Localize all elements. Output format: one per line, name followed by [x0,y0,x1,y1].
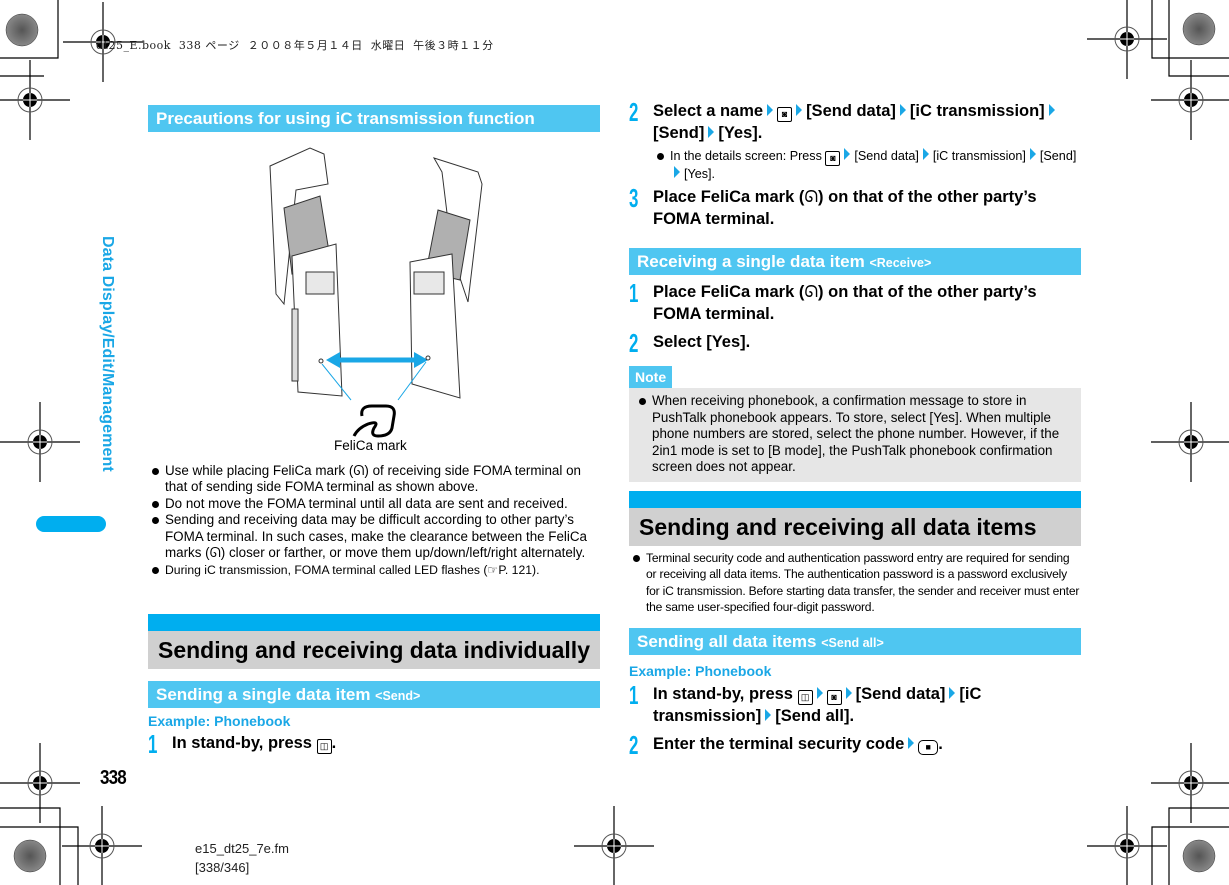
section-all-title: Sending and receiving all data items [629,508,1081,546]
phonebook-key-icon: ◫ [797,690,813,705]
felica-mark-icon [352,404,396,438]
enter-key-icon: ■ [918,740,939,755]
footer: e15_dt25_7e.fm [338/346] [195,839,289,877]
note-label: Note [629,366,673,388]
send-single-title: Sending a single data item <Send> [148,681,600,708]
triangle-right-icon [899,104,906,116]
footer-file: e15_dt25_7e.fm [195,841,289,856]
footer-pages: [338/346] [195,860,250,875]
camera-key-icon: ◙ [825,151,841,166]
felica-mark-icon: ᘏ [353,463,365,478]
camera-key-icon: ◙ [777,107,793,122]
camera-key-icon: ◙ [826,690,842,705]
receive-single-section: Receiving a single data item <Receive> 1… [629,248,1081,358]
triangle-right-icon [845,687,852,699]
star-target-bl [13,839,47,873]
precaution-bullet: During iC transmission, FOMA terminal ca… [148,562,600,578]
send-all-step-1: 1 In stand-by, press ◫ ◙ [Send data] [iC tr… [629,680,982,725]
triangle-right-icon [1029,148,1036,160]
step-1: 1 In stand-by, press ◫. [148,729,337,759]
triangle-right-icon [816,687,823,699]
send-all-step-2: 2 Enter the terminal security code ■. [629,730,943,760]
send-single-section: Sending a single data item <Send> Exampl… [148,681,600,759]
example-label: Example: Phonebook [148,713,291,729]
receive-single-title: Receiving a single data item <Receive> [629,248,1081,275]
page-number: 338 [100,767,127,789]
section-all-header: Sending and receiving all data items [629,491,1081,546]
section-all-bullet: Terminal security code and authenticatio… [629,550,1081,615]
note-section: Note When receiving phonebook, a confirm… [629,366,1081,482]
section-all-bullet-wrap: Terminal security code and authenticatio… [629,550,1081,615]
triangle-right-icon [844,148,851,160]
receive-step-1: 1 Place FeliCa mark (ᘏ) on that of the o… [629,278,1037,323]
send-single-continued: 2 Select a name ◙ [Send data] [iC transmiss… [629,99,1081,230]
star-target-tr [1182,12,1216,46]
precautions-bullets: Use while placing FeliCa mark (ᘏ) of rec… [148,463,600,579]
step-3: 3 Place FeliCa mark (ᘏ) on that of the o… [629,183,1037,229]
triangle-right-icon [908,737,915,749]
precaution-bullet: Sending and receiving data may be diffic… [148,512,600,561]
triangle-right-icon [796,104,803,116]
section-individual-header: Sending and receiving data individually [148,614,600,669]
felica-caption: FeliCa mark [334,438,407,453]
example-label: Example: Phonebook [629,663,772,679]
side-tab-indicator [36,516,106,532]
step-2: 2 Select a name ◙ [Send data] [iC transmiss… [629,99,1081,144]
star-target-tl [5,13,39,47]
felica-figure [269,147,483,438]
step-2-bullet: In the details screen: Press ◙ [Send data… [653,148,1081,182]
triangle-right-icon [674,166,680,178]
triangle-right-icon [708,126,715,138]
note-box: When receiving phonebook, a confirmation… [629,388,1081,482]
triangle-right-icon [767,104,774,116]
felica-mark-icon: ᘏ [209,545,221,561]
triangle-right-icon [949,687,956,699]
file-slug: dt25_E.book 338 ページ ２００８年５月１４日 水曜日 午後３時１… [96,39,494,52]
precaution-bullet: Do not move the FOMA terminal until all … [148,496,600,512]
receive-step-2: 2 Select [Yes]. [629,328,751,358]
felica-mark-icon: ᘏ [804,283,819,301]
triangle-right-icon [1048,104,1055,116]
send-all-title: Sending all data items <Send all> [629,628,1081,655]
reference-hand-icon: ☞ [487,563,499,578]
triangle-right-icon [922,148,929,160]
felica-mark-icon: ᘏ [804,188,819,207]
section-individual-title: Sending and receiving data individually [148,631,600,669]
precaution-bullet: Use while placing FeliCa mark (ᘏ) of rec… [148,463,600,496]
precautions-title: Precautions for using iC transmission fu… [148,105,600,132]
star-target-br [1182,839,1216,873]
precautions-section: Precautions for using iC transmission fu… [148,105,600,132]
triangle-right-icon [765,709,772,721]
side-tab-label: Data Display/Edit/Management [99,236,116,472]
send-all-section: Sending all data items <Send all> Exampl… [629,628,1081,760]
note-text: When receiving phonebook, a confirmation… [635,393,1075,476]
phonebook-key-icon: ◫ [316,739,332,754]
